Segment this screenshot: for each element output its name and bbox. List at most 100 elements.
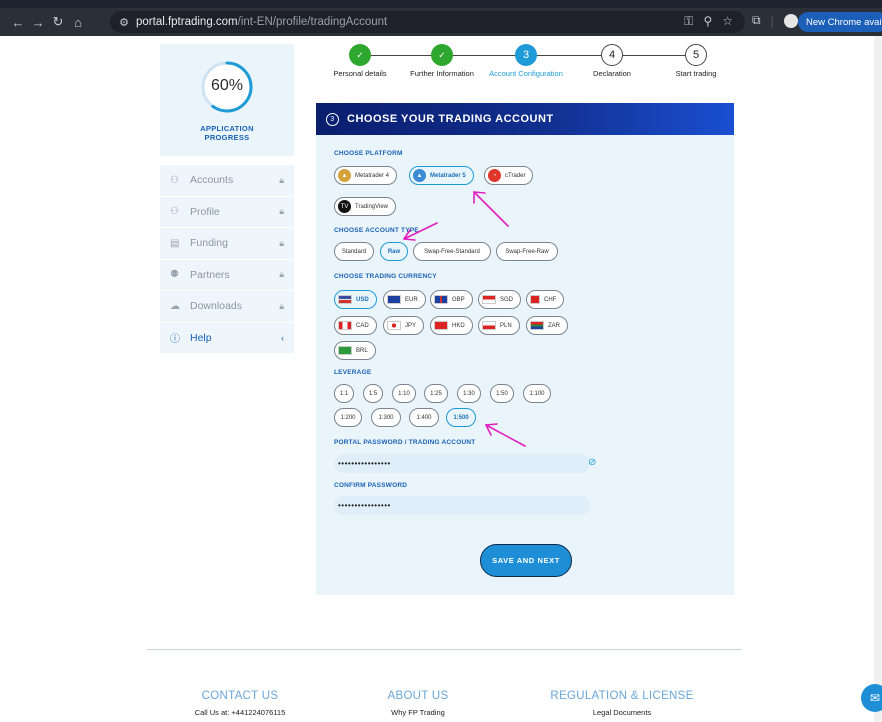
currency-zar[interactable]: ZAR (526, 316, 568, 335)
extension-area: ⧉ | (752, 13, 798, 28)
back-icon[interactable]: ← (8, 12, 28, 32)
sidebar-item-label: Help (190, 331, 212, 344)
save-and-next-button[interactable]: SAVE AND NEXT (480, 544, 572, 577)
home-icon[interactable]: ⌂ (68, 12, 88, 32)
bookmark-star-icon[interactable]: ☆ (722, 14, 733, 29)
footer-link[interactable]: Legal Documents (542, 708, 702, 717)
option-label: cTrader (505, 172, 526, 179)
step-start-trading[interactable]: 5 Start trading (656, 44, 736, 78)
platform-option-ctrader[interactable]: ◔ cTrader (484, 166, 534, 185)
leverage-option[interactable]: 1:400 (409, 408, 439, 427)
form-title: CHOOSE YOUR TRADING ACCOUNT (347, 113, 554, 125)
window-top-strip (0, 0, 882, 8)
option-label: PLN (500, 322, 512, 329)
platform-option-mt4[interactable]: ▲ Metatrader 4 (334, 166, 398, 185)
progress-label: APPLICATION PROGRESS (160, 124, 294, 142)
step-label: Start trading (675, 69, 717, 78)
leverage-option[interactable]: 1:100 (523, 384, 551, 403)
confirm-password-label: CONFIRM PASSWORD (334, 482, 408, 489)
sidebar-item-help[interactable]: ⓘ Help ‹ (160, 322, 294, 354)
account-type-swap-free-raw[interactable]: Swap-Free-Raw (496, 242, 558, 261)
sidebar-item-label: Funding (190, 237, 228, 250)
sidebar-item-funding[interactable]: ▤ Funding 🔒︎ (160, 228, 294, 260)
confirm-password-input[interactable]: •••••••••••••••• (334, 496, 590, 515)
step-declaration[interactable]: 4 Declaration (572, 44, 652, 78)
footer-about: ABOUT US Why FP Trading (368, 690, 468, 717)
lock-icon: 🔒︎ (279, 269, 284, 280)
platform-option-mt5[interactable]: ▲ Metatrader 5 (409, 166, 474, 185)
currency-eur[interactable]: EUR (383, 290, 426, 309)
account-type-label: CHOOSE ACCOUNT TYPE (334, 227, 419, 234)
uk-flag-icon (434, 295, 448, 304)
leverage-option[interactable]: 1:5 (363, 384, 383, 403)
profile-avatar-icon[interactable] (783, 13, 798, 28)
account-type-standard[interactable]: Standard (334, 242, 374, 261)
password-label: PORTAL PASSWORD / TRADING ACCOUNT (334, 439, 476, 446)
leverage-option-selected[interactable]: 1:500 (446, 408, 476, 427)
url-text[interactable]: portal.fptrading.com/int-EN/profile/trad… (136, 16, 387, 28)
leverage-option[interactable]: 1:10 (392, 384, 416, 403)
password-input[interactable]: •••••••••••••••• ⊘ (334, 454, 596, 473)
chat-icon[interactable]: ✉ (861, 684, 882, 712)
address-bar[interactable]: ⚙ portal.fptrading.com/int-EN/profile/tr… (110, 11, 745, 33)
currency-gbp[interactable]: GBP (430, 290, 473, 309)
sidebar-item-downloads[interactable]: ☁ Downloads 🔒︎ (160, 291, 294, 323)
currency-hkd[interactable]: HKD (430, 316, 473, 335)
leverage-option[interactable]: 1:200 (334, 408, 362, 427)
reload-icon[interactable]: ↻ (48, 12, 68, 32)
url-host: portal.fptrading.com (136, 16, 238, 28)
sidebar-item-accounts[interactable]: ⚇ Accounts 🔒︎ (160, 165, 294, 197)
chrome-update-button[interactable]: New Chrome available (798, 12, 882, 32)
step-further-information[interactable]: ✓ Further Information (402, 44, 482, 78)
option-label: TradingView (355, 203, 389, 210)
ch-flag-icon (530, 295, 540, 304)
lock-icon: 🔒︎ (279, 300, 284, 311)
form-header: 3 CHOOSE YOUR TRADING ACCOUNT (316, 103, 734, 135)
sg-flag-icon (482, 295, 496, 304)
step-personal-details[interactable]: ✓ Personal details (320, 44, 400, 78)
currency-chf[interactable]: CHF (526, 290, 565, 309)
step-number: 3 (515, 44, 537, 66)
account-type-swap-free-standard[interactable]: Swap-Free-Standard (413, 242, 491, 261)
footer-phone-link[interactable]: Call Us at: +441224076115 (180, 708, 300, 717)
password-key-icon[interactable]: ⚿ (684, 14, 693, 29)
sidebar-item-partners[interactable]: ⚉ Partners 🔒︎ (160, 259, 294, 291)
zoom-icon[interactable]: ⚲ (703, 14, 712, 29)
account-type-raw[interactable]: Raw (380, 242, 408, 261)
check-icon: ✓ (431, 44, 453, 66)
option-label: Metatrader 5 (430, 172, 466, 179)
lock-icon: 🔒︎ (279, 206, 284, 217)
confirm-password-value: •••••••••••••••• (338, 501, 391, 510)
footer-link[interactable]: Why FP Trading (368, 708, 468, 717)
extensions-icon[interactable]: ⧉ (752, 13, 761, 28)
currency-jpy[interactable]: JPY (383, 316, 425, 335)
leverage-option[interactable]: 1:1 (334, 384, 354, 403)
form-step-number: 3 (326, 112, 339, 126)
ctrader-icon: ◔ (488, 169, 501, 182)
footer-divider (147, 649, 742, 650)
currency-usd[interactable]: USD (334, 290, 377, 309)
toolbar-divider: | (770, 13, 774, 28)
currency-brl[interactable]: BRL (334, 341, 376, 360)
leverage-option[interactable]: 1:50 (490, 384, 514, 403)
step-label: Declaration (593, 69, 631, 78)
leverage-option[interactable]: 1:30 (457, 384, 481, 403)
za-flag-icon (530, 321, 544, 330)
option-label: EUR (405, 296, 418, 303)
platform-option-tradingview[interactable]: TV TradingView (334, 197, 397, 216)
currency-cad[interactable]: CAD (334, 316, 377, 335)
sidebar-item-profile[interactable]: ⚇ Profile 🔒︎ (160, 196, 294, 228)
eye-slash-icon[interactable]: ⊘ (588, 457, 602, 469)
site-info-icon[interactable]: ⚙ (116, 14, 132, 30)
application-progress-card: 60% APPLICATION PROGRESS (160, 44, 294, 156)
currency-sgd[interactable]: SGD (478, 290, 522, 309)
currency-pln[interactable]: PLN (478, 316, 520, 335)
page-scrollbar[interactable] (874, 36, 882, 722)
step-number: 4 (601, 44, 623, 66)
step-account-configuration[interactable]: 3 Account Configuration (486, 44, 566, 78)
option-label: Metatrader 4 (355, 172, 390, 179)
sidebar-item-label: Accounts (190, 174, 234, 187)
forward-icon[interactable]: → (28, 12, 48, 32)
leverage-option[interactable]: 1:300 (371, 408, 401, 427)
leverage-option[interactable]: 1:25 (424, 384, 448, 403)
